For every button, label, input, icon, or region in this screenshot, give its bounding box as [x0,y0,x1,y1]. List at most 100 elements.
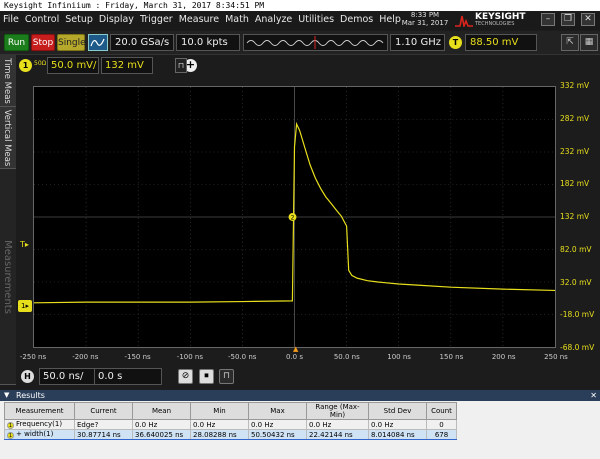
trigger-level-marker-icon: T▸ [20,240,29,249]
table-row[interactable]: 1 + width(1) 30.87714 ns 36.640025 ns 28.… [4,429,457,440]
channel-impedance: 50Ω [34,60,47,67]
y-tick-label: -18.0 mV [560,310,595,320]
side-tabs: Time Meas Vertical Meas Measurements [0,55,16,385]
expand-panel-icon[interactable]: ⇱ [561,34,579,51]
tab-measurements[interactable]: Measurements [0,169,16,385]
run-button[interactable]: Run [4,34,29,51]
x-tick-label: 200 ns [491,353,516,361]
menu-math[interactable]: Math [225,14,249,25]
menu-trigger[interactable]: Trigger [140,14,173,25]
y-tick-label: 282 mV [560,113,590,123]
x-tick-label: -150 ns [124,353,151,361]
measurement-name: 1 Frequency(1) [4,419,75,430]
y-tick-label: 182 mV [560,179,590,189]
x-tick-label: 150 ns [439,353,464,361]
results-close-icon[interactable]: ✕ [590,390,597,401]
x-tick-label: -100 ns [176,353,203,361]
brand-sub: TECHNOLOGIES [475,21,515,27]
cell-min: 0.0 Hz [190,419,249,430]
tab-vertical-meas[interactable]: Vertical Meas [0,107,16,169]
channel-dot-icon: 1 [7,432,14,439]
bandwidth-field[interactable]: 1.10 GHz [390,34,445,51]
zoom-icon[interactable]: ⊘ [178,369,193,384]
memory-depth-field[interactable]: 10.0 kpts [176,34,240,51]
trigger-icon: T [449,36,462,49]
menu-items: File Control Setup Display Trigger Measu… [3,14,407,25]
horizontal-badge[interactable]: H [21,370,34,383]
trigger-position-marker-icon: ▲ [293,345,299,353]
table-row[interactable]: 1 Frequency(1) Edge? 0.0 Hz 0.0 Hz 0.0 Hz… [4,419,457,430]
waveform-overview[interactable] [243,34,388,51]
col-count: Count [426,402,457,420]
cell-count: 678 [426,429,457,440]
x-tick-label: 0.0 s [285,353,304,361]
col-range: Range (Max-Min) [306,402,369,420]
menu-display[interactable]: Display [99,14,134,25]
y-tick-label: -68.0 mV [560,343,595,352]
channel-1-controls: 1 50Ω 50.0 mV/ 132 mV + [17,56,197,76]
menu-analyze[interactable]: Analyze [255,14,292,25]
restore-button[interactable]: ❐ [561,13,575,26]
cell-mean: 36.640025 ns [132,429,191,440]
x-tick-label: -200 ns [72,353,99,361]
single-button[interactable]: Single [57,34,86,51]
results-table: Measurement Current Mean Min Max Range (… [4,402,457,440]
clock-time: 8:33 PM [410,11,440,19]
y-tick-label: 82.0 mV [560,244,592,254]
menu-measure[interactable]: Measure [179,14,219,25]
hbookmark-icon[interactable]: ⊓ [219,369,234,384]
menu-utilities[interactable]: Utilities [298,14,334,25]
waveform-display[interactable]: 2 [33,86,556,348]
stop-button[interactable]: Stop [31,34,55,51]
acquisition-toolbar: Run Stop Single 20.0 GSa/s 10.0 kpts 1.1… [0,31,600,55]
channel-dot-icon: 1 [7,422,14,429]
x-tick-label: 50.0 ns [333,353,360,361]
cell-std-dev: 8.014084 ns [368,429,427,440]
horizontal-controls: H 50.0 ns/ 0.0 s ⊘ ⏹ ⊓ [17,367,247,387]
col-std-dev: Std Dev [368,402,427,420]
col-max: Max [248,402,307,420]
results-header-row: Measurement Current Mean Min Max Range (… [4,402,457,420]
horizontal-position-field[interactable]: 0.0 s [94,368,162,385]
tab-time-meas[interactable]: Time Meas [0,55,16,107]
close-button[interactable]: ✕ [581,13,595,26]
x-tick-label: -50.0 ns [227,353,257,361]
channel-scale-field[interactable]: 50.0 mV/ [47,57,99,74]
channel-offset-field[interactable]: 132 mV [101,57,153,74]
minimize-button[interactable]: – [541,13,555,26]
cell-max: 0.0 Hz [248,419,307,430]
col-current: Current [74,402,133,420]
menu-demos[interactable]: Demos [340,14,373,25]
cell-min: 28.08288 ns [190,429,249,440]
channel-1-ground-marker-icon[interactable]: 1▸ [18,300,32,312]
y-tick-label: 232 mV [560,146,590,156]
channel-1-badge[interactable]: 1 [19,59,32,72]
auto-scale-icon[interactable] [88,34,108,51]
clock: 8:33 PM Mar 31, 2017 [390,11,460,27]
sample-rate-field[interactable]: 20.0 GSa/s [110,34,174,51]
results-header[interactable]: ▼ Results ✕ [0,390,600,401]
window-title-bar: Keysight Infiniium : Friday, March 31, 2… [0,0,600,11]
cell-mean: 0.0 Hz [132,419,191,430]
horizontal-scale-field[interactable]: 50.0 ns/ [39,368,101,385]
marker-2-label: 2 [291,214,295,221]
cell-current: Edge? [74,419,133,430]
menu-file[interactable]: File [3,14,19,25]
collapse-icon[interactable]: ▼ [4,390,9,401]
stop-capture-icon[interactable]: ⏹ [199,369,214,384]
col-min: Min [190,402,249,420]
col-measurement: Measurement [4,402,75,420]
measurement-name: 1 + width(1) [4,429,75,440]
menu-setup[interactable]: Setup [65,14,93,25]
menu-control[interactable]: Control [25,14,59,25]
cell-std-dev: 0.0 Hz [368,419,427,430]
clock-date: Mar 31, 2017 [401,19,449,27]
results-panel: ▼ Results ✕ Measurement Current Mean Min… [0,390,600,459]
keysight-logo: KEYSIGHT TECHNOLOGIES [455,12,535,29]
y-tick-label: 332 mV [560,81,590,90]
cell-range: 22.42144 ns [306,429,369,440]
bookmark-icon[interactable]: ⊓ [175,58,187,73]
trigger-level-field[interactable]: 88.50 mV [465,34,537,51]
grid-layout-icon[interactable]: ▦ [580,34,598,51]
keysight-wave-icon [455,15,473,27]
